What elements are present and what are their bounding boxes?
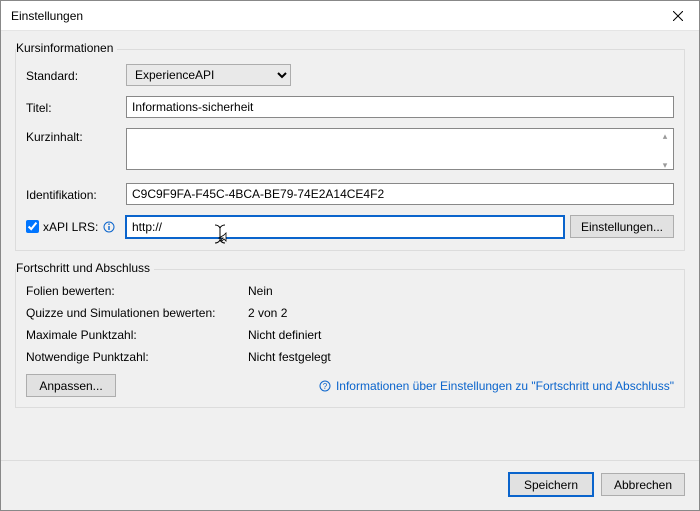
svg-text:?: ? <box>323 382 328 391</box>
standard-select[interactable]: ExperienceAPI <box>126 64 291 86</box>
xapi-lrs-input[interactable] <box>126 216 564 238</box>
xapi-lrs-label: xAPI LRS: <box>43 220 98 234</box>
help-link[interactable]: ? Informationen über Einstellungen zu "F… <box>318 379 674 393</box>
dialog-content: Kursinformationen Standard: ExperienceAP… <box>1 31 699 460</box>
identifier-label: Identifikation: <box>26 186 126 202</box>
title-label: Titel: <box>26 99 126 115</box>
cancel-button[interactable]: Abbrechen <box>601 473 685 496</box>
xapi-lrs-checkbox[interactable] <box>26 220 39 233</box>
window-title: Einstellungen <box>11 9 83 23</box>
group-progress: Fortschritt und Abschluss Folien bewerte… <box>15 269 685 408</box>
summary-label: Kurzinhalt: <box>26 128 126 144</box>
close-icon <box>673 11 683 21</box>
maxscore-value: Nicht definiert <box>248 328 321 342</box>
dialog-footer: Speichern Abbrechen <box>1 460 699 510</box>
slides-eval-label: Folien bewerten: <box>26 284 248 298</box>
maxscore-label: Maximale Punktzahl: <box>26 328 248 342</box>
help-link-text: Informationen über Einstellungen zu "For… <box>336 379 674 393</box>
identifier-input[interactable] <box>126 183 674 205</box>
titlebar: Einstellungen <box>1 1 699 31</box>
group-course-info: Kursinformationen Standard: ExperienceAP… <box>15 49 685 251</box>
slides-eval-value: Nein <box>248 284 273 298</box>
group-progress-legend: Fortschritt und Abschluss <box>16 261 154 275</box>
group-course-legend: Kursinformationen <box>16 41 117 55</box>
info-icon[interactable] <box>102 220 116 234</box>
summary-textarea[interactable] <box>126 128 674 170</box>
reqscore-value: Nicht festgelegt <box>248 350 331 364</box>
quizzes-eval-label: Quizze und Simulationen bewerten: <box>26 306 248 320</box>
scroll-down-icon[interactable]: ▾ <box>660 160 670 170</box>
help-icon: ? <box>318 379 332 393</box>
lrs-settings-button[interactable]: Einstellungen... <box>570 215 674 238</box>
close-button[interactable] <box>657 1 699 30</box>
title-input[interactable] <box>126 96 674 118</box>
standard-label: Standard: <box>26 67 126 83</box>
quizzes-eval-value: 2 von 2 <box>248 306 287 320</box>
scroll-up-icon[interactable]: ▴ <box>660 131 670 141</box>
customize-button[interactable]: Anpassen... <box>26 374 116 397</box>
save-button[interactable]: Speichern <box>509 473 593 496</box>
reqscore-label: Notwendige Punktzahl: <box>26 350 248 364</box>
